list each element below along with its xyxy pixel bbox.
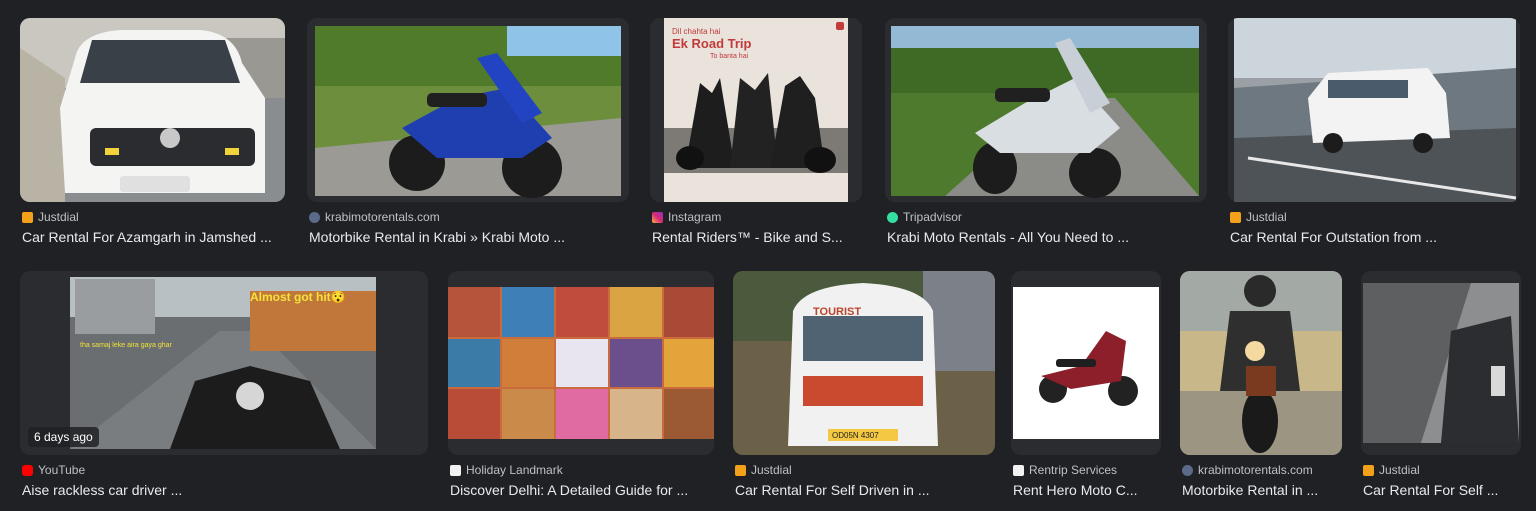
- tripadvisor-favicon-icon: [887, 211, 898, 223]
- youtube-favicon-icon: [22, 464, 33, 476]
- image-result-11[interactable]: Justdial Car Rental For Self ...: [1361, 271, 1521, 506]
- result-title[interactable]: Aise rackless car driver ...: [22, 482, 428, 498]
- video-age-badge: 6 days ago: [28, 427, 99, 447]
- source-name: krabimotorentals.com: [1198, 463, 1313, 477]
- result-thumbnail[interactable]: Almost got hit😯 tha samaj leke aira gaya…: [20, 271, 428, 455]
- source-name: Justdial: [751, 463, 792, 477]
- result-source[interactable]: Justdial: [22, 210, 79, 224]
- result-thumbnail[interactable]: [885, 18, 1207, 202]
- krabi-favicon-icon: [1182, 464, 1193, 476]
- poster-line2: Ek Road Trip: [672, 36, 752, 51]
- image-result-3[interactable]: Dil chahta hai Ek Road Trip To banta hai…: [650, 18, 862, 253]
- result-thumbnail[interactable]: Dil chahta hai Ek Road Trip To banta hai: [650, 18, 862, 202]
- result-title[interactable]: Motorbike Rental in Krabi » Krabi Moto .…: [309, 229, 629, 245]
- image-result-2[interactable]: krabimotorentals.com Motorbike Rental in…: [307, 18, 629, 253]
- result-title[interactable]: Car Rental For Self Driven in ...: [735, 482, 995, 498]
- result-title[interactable]: Car Rental For Outstation from ...: [1230, 229, 1520, 245]
- source-name: Justdial: [38, 210, 79, 224]
- result-title[interactable]: Rent Hero Moto C...: [1013, 482, 1161, 498]
- result-source[interactable]: krabimotorentals.com: [309, 210, 440, 224]
- result-source[interactable]: Justdial: [735, 463, 792, 477]
- white-van-image: [1234, 18, 1517, 202]
- result-source[interactable]: YouTube: [22, 463, 85, 477]
- red-scooter-image: [1011, 271, 1161, 455]
- result-thumbnail[interactable]: [1228, 18, 1520, 202]
- result-thumbnail[interactable]: [1361, 271, 1521, 455]
- result-title[interactable]: Motorbike Rental in ...: [1182, 482, 1342, 498]
- result-source[interactable]: krabimotorentals.com: [1182, 463, 1313, 477]
- source-name: YouTube: [38, 463, 86, 477]
- image-result-1[interactable]: Justdial Car Rental For Azamgarh in Jams…: [20, 18, 285, 253]
- krabi-favicon-icon: [309, 211, 320, 223]
- white-scooter-image: [891, 26, 1199, 198]
- result-source[interactable]: Rentrip Services: [1013, 463, 1117, 477]
- source-name: Justdial: [1379, 463, 1420, 477]
- tourist-van-image: TOURIST OD05N 4307: [733, 271, 995, 455]
- rentrip-favicon-icon: [1013, 464, 1024, 476]
- image-result-5[interactable]: Justdial Car Rental For Outstation from …: [1228, 18, 1520, 253]
- result-source[interactable]: Tripadvisor: [887, 210, 962, 224]
- justdial-favicon-icon: [22, 211, 33, 223]
- source-name: Rentrip Services: [1029, 463, 1118, 477]
- result-thumbnail[interactable]: [448, 271, 714, 455]
- white-suv-image: [20, 18, 285, 202]
- image-result-10[interactable]: krabimotorentals.com Motorbike Rental in…: [1180, 271, 1342, 506]
- result-title[interactable]: Car Rental For Azamgarh in Jamshed ...: [22, 229, 285, 245]
- image-result-7[interactable]: Holiday Landmark Discover Delhi: A Detai…: [448, 271, 714, 506]
- van-plate: OD05N 4307: [832, 431, 879, 440]
- delhi-collage-image: [448, 271, 714, 455]
- justdial-favicon-icon: [1230, 211, 1241, 223]
- source-name: Holiday Landmark: [466, 463, 563, 477]
- result-thumbnail[interactable]: [1011, 271, 1161, 455]
- van-sign: TOURIST: [813, 306, 861, 318]
- result-thumbnail[interactable]: [20, 18, 285, 202]
- video-side-text: tha samaj leke aira gaya ghar: [80, 342, 172, 349]
- instagram-favicon-icon: [652, 211, 663, 223]
- result-source[interactable]: Holiday Landmark: [450, 463, 563, 477]
- result-source[interactable]: Instagram: [652, 210, 721, 224]
- holiday-landmark-favicon-icon: [450, 464, 461, 476]
- road-trip-poster-image: Dil chahta hai Ek Road Trip To banta hai: [664, 18, 848, 202]
- car-close-up-image: [1361, 271, 1521, 455]
- result-thumbnail[interactable]: [1180, 271, 1342, 455]
- result-source[interactable]: Justdial: [1363, 463, 1420, 477]
- justdial-favicon-icon: [735, 464, 746, 476]
- motorcycle-rider-image: [1180, 271, 1342, 455]
- source-name: Justdial: [1246, 210, 1287, 224]
- result-thumbnail[interactable]: [307, 18, 629, 202]
- blue-scooter-image: [315, 26, 621, 198]
- source-name: krabimotorentals.com: [325, 210, 440, 224]
- source-name: Tripadvisor: [903, 210, 962, 224]
- image-result-8[interactable]: TOURIST OD05N 4307 Justdial Car Rental F…: [733, 271, 995, 506]
- justdial-favicon-icon: [1363, 464, 1374, 476]
- image-result-9[interactable]: Rentrip Services Rent Hero Moto C...: [1011, 271, 1161, 506]
- result-title[interactable]: Rental Riders™ - Bike and S...: [652, 229, 862, 245]
- result-source[interactable]: Justdial: [1230, 210, 1287, 224]
- image-result-4[interactable]: Tripadvisor Krabi Moto Rentals - All You…: [885, 18, 1207, 253]
- image-result-6[interactable]: Almost got hit😯 tha samaj leke aira gaya…: [20, 271, 428, 506]
- result-thumbnail[interactable]: TOURIST OD05N 4307: [733, 271, 995, 455]
- result-title[interactable]: Discover Delhi: A Detailed Guide for ...: [450, 482, 714, 498]
- source-name: Instagram: [668, 210, 722, 224]
- poster-line1: Dil chahta hai: [672, 27, 721, 36]
- result-title[interactable]: Car Rental For Self ...: [1363, 482, 1521, 498]
- result-title[interactable]: Krabi Moto Rentals - All You Need to ...: [887, 229, 1207, 245]
- video-caption: Almost got hit😯: [250, 290, 346, 304]
- poster-line3: To banta hai: [710, 53, 749, 60]
